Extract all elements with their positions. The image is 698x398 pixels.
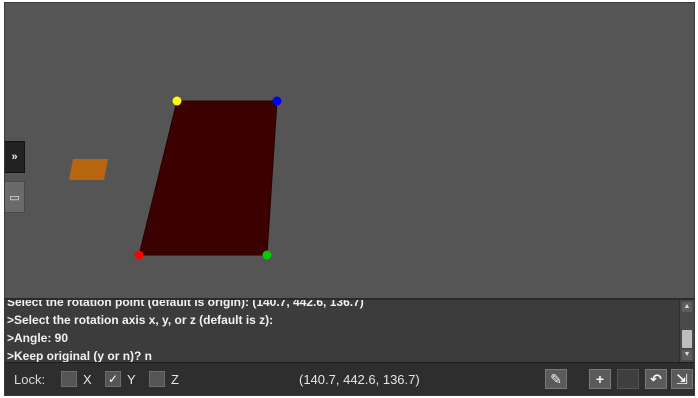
console-line: >Select the rotation axis x, y, or z (de… — [7, 313, 274, 327]
measure-icon[interactable]: ✎ — [545, 369, 567, 389]
lock-y-label: Y — [127, 372, 136, 387]
viewport-canvas[interactable] — [5, 3, 694, 298]
scroll-down-icon[interactable]: ▼ — [682, 350, 692, 360]
command-console[interactable]: Select the rotation point (default is or… — [5, 298, 694, 362]
double-chevron-right-icon[interactable]: » — [5, 141, 25, 173]
lock-label: Lock: — [14, 372, 46, 387]
console-scrollbar[interactable]: ▲ ▼ — [679, 300, 694, 362]
blank-tool-icon[interactable] — [617, 369, 639, 389]
app-window: » ▭ Select the rotation point (default i… — [4, 2, 695, 396]
lock-x-label: X — [83, 372, 92, 387]
measure-glyph: ✎ — [550, 371, 562, 387]
undo-icon[interactable]: ↶ — [645, 369, 667, 389]
coordinate-readout: (140.7, 442.6, 136.7) — [299, 372, 420, 387]
selected-quad-face[interactable] — [138, 100, 278, 256]
lock-z-checkbox[interactable] — [149, 371, 165, 387]
plus-icon[interactable]: + — [589, 369, 611, 389]
export-glyph: ⇲ — [676, 371, 688, 387]
export-icon[interactable]: ⇲ — [671, 369, 693, 389]
vertex-bottom-left[interactable] — [134, 250, 144, 260]
lock-z-label: Z — [171, 372, 179, 387]
scroll-up-icon[interactable]: ▲ — [682, 302, 692, 312]
scroll-thumb[interactable] — [682, 330, 692, 348]
checkmark-icon: ✓ — [107, 372, 119, 386]
console-output: Select the rotation point (default is or… — [5, 298, 678, 362]
3d-viewport[interactable]: » ▭ — [5, 3, 694, 298]
vertex-bottom-right[interactable] — [262, 250, 272, 260]
console-line: >Angle: 90 — [7, 331, 69, 345]
panel-glyph: ▭ — [9, 191, 20, 204]
vertex-top-left[interactable] — [172, 96, 182, 106]
vertex-top-right[interactable] — [272, 96, 282, 106]
expand-glyph: » — [11, 151, 18, 163]
small-orange-shape[interactable] — [69, 159, 108, 180]
panel-icon[interactable]: ▭ — [5, 181, 25, 213]
status-toolbar: Lock: X ✓ Y Z (140.7, 442.6, 136.7) ✎ + … — [5, 362, 694, 395]
console-line: >Keep original (y or n)? n — [7, 349, 153, 362]
lock-x-checkbox[interactable] — [61, 371, 77, 387]
console-line: Select the rotation point (default is or… — [7, 298, 364, 309]
undo-glyph: ↶ — [650, 371, 662, 387]
lock-y-checkbox[interactable]: ✓ — [105, 371, 121, 387]
plus-glyph: + — [595, 371, 605, 387]
